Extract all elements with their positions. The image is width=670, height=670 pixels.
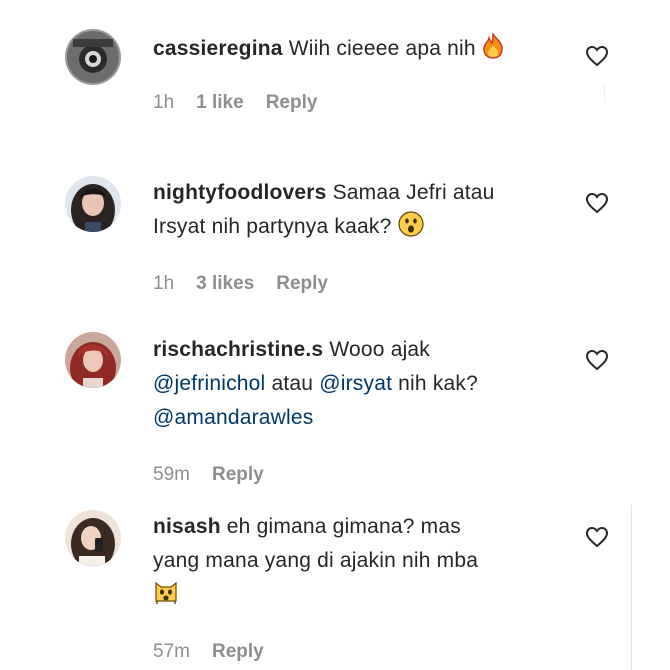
- reply-button[interactable]: Reply: [276, 273, 328, 295]
- mention-link[interactable]: @irsyat: [319, 372, 392, 395]
- astonished-face-emoji: [397, 211, 424, 248]
- like-heart-icon[interactable]: [585, 348, 609, 372]
- comment-body: cassieregina Wiih cieeee apa nih: [153, 31, 583, 70]
- reply-button[interactable]: Reply: [266, 92, 318, 114]
- comment-text: Wiih cieeee apa nih: [288, 37, 476, 60]
- comment-time: 57m: [153, 641, 190, 662]
- likes-count[interactable]: 3 likes: [196, 273, 254, 295]
- comment-time: 1h: [153, 273, 175, 294]
- comment-username[interactable]: nisash: [153, 515, 221, 538]
- likes-count[interactable]: 1 like: [196, 92, 244, 114]
- comment-meta: 59m Reply: [153, 464, 264, 486]
- like-heart-icon[interactable]: [585, 44, 609, 68]
- comment-text-line2: yang mana yang di ajakin nih mba: [153, 549, 479, 572]
- like-heart-icon[interactable]: [585, 525, 609, 549]
- comment-text: Wooo ajak: [329, 338, 431, 361]
- comment-meta: 1h 3 likes Reply: [153, 273, 328, 295]
- avatar[interactable]: [65, 332, 121, 388]
- fire-emoji: [482, 31, 504, 70]
- comment-text-mid: atau: [271, 372, 314, 395]
- comment-body: nisash eh gimana gimana? mas yang mana y…: [153, 510, 583, 616]
- comment-body: nightyfoodlovers Samaa Jefri atau Irsyat…: [153, 176, 583, 248]
- comment-body: rischachristine.s Wooo ajak @jefrinichol…: [153, 333, 583, 435]
- screaming-cat-emoji: [153, 579, 179, 616]
- avatar[interactable]: [65, 176, 121, 232]
- mention-link[interactable]: @jefrinichol: [153, 372, 265, 395]
- reply-button[interactable]: Reply: [212, 464, 264, 486]
- comment-text: eh gimana gimana? mas: [226, 515, 461, 538]
- comment-username[interactable]: rischachristine.s: [153, 338, 323, 361]
- comment-meta: 1h 1 like Reply: [153, 92, 317, 114]
- reply-button[interactable]: Reply: [212, 641, 264, 663]
- comment-time: 59m: [153, 464, 190, 485]
- comment-meta: 57m Reply: [153, 641, 264, 663]
- comment-text: Samaa Jefri atau: [332, 181, 495, 204]
- comment-username[interactable]: nightyfoodlovers: [153, 181, 327, 204]
- comment-text-line2: Irsyat nih partynya kaak?: [153, 215, 392, 238]
- comment-username[interactable]: cassieregina: [153, 37, 283, 60]
- scrollbar[interactable]: [631, 505, 632, 670]
- avatar[interactable]: [65, 29, 121, 85]
- avatar[interactable]: [65, 510, 121, 566]
- like-heart-icon[interactable]: [585, 191, 609, 215]
- comment-text-end: nih kak?: [398, 372, 478, 395]
- divider: [604, 84, 605, 102]
- mention-link[interactable]: @amandarawles: [153, 406, 314, 429]
- comment-time: 1h: [153, 92, 175, 113]
